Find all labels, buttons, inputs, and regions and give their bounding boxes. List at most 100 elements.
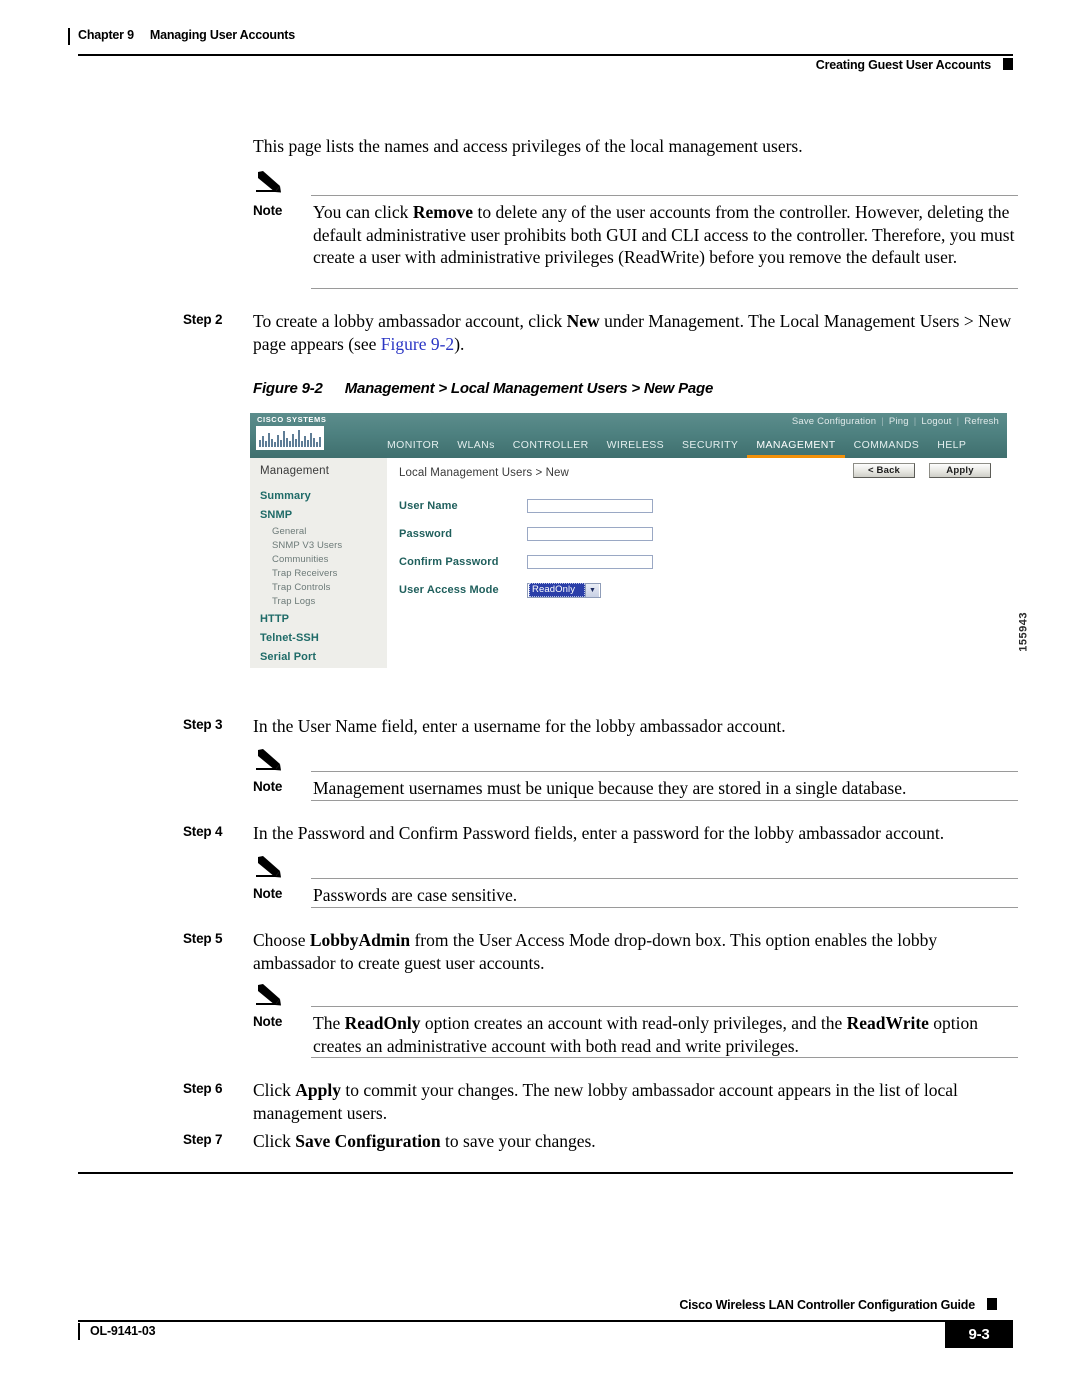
sidebar-item-trap-logs[interactable]: Trap Logs bbox=[272, 596, 386, 607]
note-text-4: The ReadOnly option creates an account w… bbox=[313, 1013, 979, 1056]
chevron-down-icon: ▼ bbox=[585, 583, 599, 597]
footer-guide-title: Cisco Wireless LAN Controller Configurat… bbox=[679, 1298, 975, 1312]
screenshot-button-row: < Back Apply bbox=[853, 463, 991, 478]
step-text-5: Choose LobbyAdmin from the User Access M… bbox=[253, 930, 938, 973]
sidebar-item-http[interactable]: HTTP bbox=[260, 613, 386, 625]
intro-paragraph: This page lists the names and access pri… bbox=[253, 136, 803, 156]
sidebar-item-telnet-ssh[interactable]: Telnet-SSH bbox=[260, 632, 386, 644]
footer-doc-id: OL-9141-03 bbox=[90, 1324, 156, 1338]
pencil-icon bbox=[256, 984, 281, 1006]
note-top-rule-3 bbox=[311, 878, 1018, 879]
note-text-3: Passwords are case sensitive. bbox=[313, 885, 518, 905]
sidebar-item-snmp[interactable]: SNMP bbox=[260, 509, 386, 521]
figure-title: Management > Local Management Users > Ne… bbox=[344, 380, 714, 397]
screenshot-main-panel: Local Management Users > New < Back Appl… bbox=[387, 458, 1007, 668]
sidebar-item-serial-port[interactable]: Serial Port bbox=[260, 651, 386, 663]
nav-tab-wlans[interactable]: WLANs bbox=[448, 439, 504, 458]
figure-id-number: 155943 bbox=[1018, 612, 1030, 652]
user-name-label: User Name bbox=[399, 500, 458, 512]
user-access-mode-value: ReadOnly bbox=[529, 583, 585, 597]
header-section-title: Creating Guest User Accounts bbox=[815, 58, 991, 72]
pencil-icon bbox=[256, 171, 281, 193]
password-label: Password bbox=[399, 528, 453, 540]
refresh-link[interactable]: Refresh bbox=[960, 416, 1003, 427]
nav-tab-commands[interactable]: COMMANDS bbox=[845, 439, 929, 458]
nav-tab-security[interactable]: SECURITY bbox=[673, 439, 747, 458]
screenshot-header-band: CISCO SYSTEMS Save Configuration | Ping | bbox=[250, 413, 1007, 458]
sidebar-item-summary[interactable]: Summary bbox=[260, 490, 386, 502]
note-label-1: Note bbox=[253, 203, 283, 218]
figure-number: Figure 9-2 bbox=[253, 380, 323, 397]
cisco-bridge-icon bbox=[256, 426, 324, 450]
header-chapter-title: Managing User Accounts bbox=[149, 28, 296, 42]
step-text-2: To create a lobby ambassador account, cl… bbox=[253, 311, 1012, 354]
sidebar-item-general[interactable]: General bbox=[272, 526, 386, 537]
step-label-6: Step 6 bbox=[183, 1081, 223, 1096]
nav-tab-help[interactable]: HELP bbox=[928, 439, 975, 458]
footer-square-marker bbox=[987, 1298, 997, 1310]
note-bottom-rule-3 bbox=[311, 907, 1018, 908]
header-chapter-number: Chapter 9 bbox=[78, 28, 134, 42]
note-top-rule-2 bbox=[311, 771, 1018, 772]
header-divider bbox=[78, 54, 1013, 56]
step-label-4: Step 4 bbox=[183, 824, 223, 839]
nav-tab-wireless[interactable]: WIRELESS bbox=[598, 439, 673, 458]
save-configuration-link[interactable]: Save Configuration bbox=[788, 416, 880, 427]
confirm-password-label: Confirm Password bbox=[399, 556, 499, 568]
password-input[interactable] bbox=[527, 527, 653, 541]
sidebar-title: Management bbox=[260, 465, 330, 477]
logout-link[interactable]: Logout bbox=[917, 416, 955, 427]
footer-divider bbox=[78, 1320, 998, 1322]
sidebar-list: Summary SNMP General SNMP V3 Users Commu… bbox=[260, 490, 386, 668]
screenshot-form: User Name Password Confirm Password User… bbox=[399, 492, 653, 604]
note-top-rule-4 bbox=[311, 1006, 1018, 1007]
note-label-2: Note bbox=[253, 779, 283, 794]
back-button[interactable]: < Back bbox=[853, 463, 915, 478]
form-row-username: User Name bbox=[399, 492, 653, 520]
figure-caption: Figure 9-2 Management > Local Management … bbox=[253, 380, 713, 397]
ping-link[interactable]: Ping bbox=[885, 416, 913, 427]
step-label-7: Step 7 bbox=[183, 1132, 223, 1147]
confirm-password-input[interactable] bbox=[527, 555, 653, 569]
pencil-icon bbox=[256, 749, 281, 771]
nav-tab-monitor[interactable]: MONITOR bbox=[378, 439, 448, 458]
note-text-1: You can click Remove to delete any of th… bbox=[313, 202, 1015, 267]
note-top-rule-1 bbox=[311, 195, 1018, 196]
sidebar-snmp-subitems: General SNMP V3 Users Communities Trap R… bbox=[260, 526, 386, 607]
screenshot-top-links: Save Configuration | Ping | Logout | Refresh bbox=[788, 416, 1003, 427]
user-name-input[interactable] bbox=[527, 499, 653, 513]
step-text-4: In the Password and Confirm Password fie… bbox=[253, 823, 945, 843]
screenshot-navbar: MONITOR WLANs CONTROLLER WIRELESS SECURI… bbox=[378, 438, 975, 458]
user-access-mode-dropdown[interactable]: ReadOnly ▼ bbox=[527, 582, 601, 598]
sidebar-item-trap-receivers[interactable]: Trap Receivers bbox=[272, 568, 386, 579]
figure-crossref-link[interactable]: Figure 9-2 bbox=[381, 334, 454, 354]
nav-tab-management[interactable]: MANAGEMENT bbox=[747, 439, 845, 458]
cisco-controller-screenshot: CISCO SYSTEMS Save Configuration | Ping | bbox=[250, 413, 1007, 668]
sidebar-item-communities[interactable]: Communities bbox=[272, 554, 386, 565]
sidebar-item-snmp-v3-users[interactable]: SNMP V3 Users bbox=[272, 540, 386, 551]
note-label-3: Note bbox=[253, 886, 283, 901]
cisco-logo: CISCO SYSTEMS bbox=[254, 415, 330, 453]
note-bottom-rule-1 bbox=[311, 288, 1018, 289]
step-label-5: Step 5 bbox=[183, 931, 223, 946]
note-text-2: Management usernames must be unique beca… bbox=[313, 778, 907, 798]
sidebar-item-trap-controls[interactable]: Trap Controls bbox=[272, 582, 386, 593]
header-square-marker bbox=[1003, 58, 1013, 70]
footer-left-rule bbox=[78, 1323, 80, 1340]
screenshot-sidebar: Management Summary SNMP General SNMP V3 … bbox=[250, 458, 387, 668]
page-running-header: Chapter 9 Managing User Accounts Creatin… bbox=[68, 28, 1013, 78]
header-chapter-group: Chapter 9 Managing User Accounts bbox=[78, 28, 295, 42]
note-label-4: Note bbox=[253, 1014, 283, 1029]
step-label-2: Step 2 bbox=[183, 312, 223, 327]
step-text-3: In the User Name field, enter a username… bbox=[253, 716, 786, 736]
user-access-mode-label: User Access Mode bbox=[399, 584, 499, 596]
form-row-confirm-password: Confirm Password bbox=[399, 548, 653, 576]
pencil-icon bbox=[256, 856, 281, 878]
content-bottom-rule bbox=[78, 1172, 1013, 1174]
step-text-7: Click Save Configuration to save your ch… bbox=[253, 1131, 596, 1151]
apply-button[interactable]: Apply bbox=[929, 463, 991, 478]
screenshot-body: Management Summary SNMP General SNMP V3 … bbox=[250, 458, 1007, 668]
form-row-user-access-mode: User Access Mode ReadOnly ▼ bbox=[399, 576, 653, 604]
nav-tab-controller[interactable]: CONTROLLER bbox=[504, 439, 598, 458]
header-left-rule bbox=[68, 28, 70, 45]
